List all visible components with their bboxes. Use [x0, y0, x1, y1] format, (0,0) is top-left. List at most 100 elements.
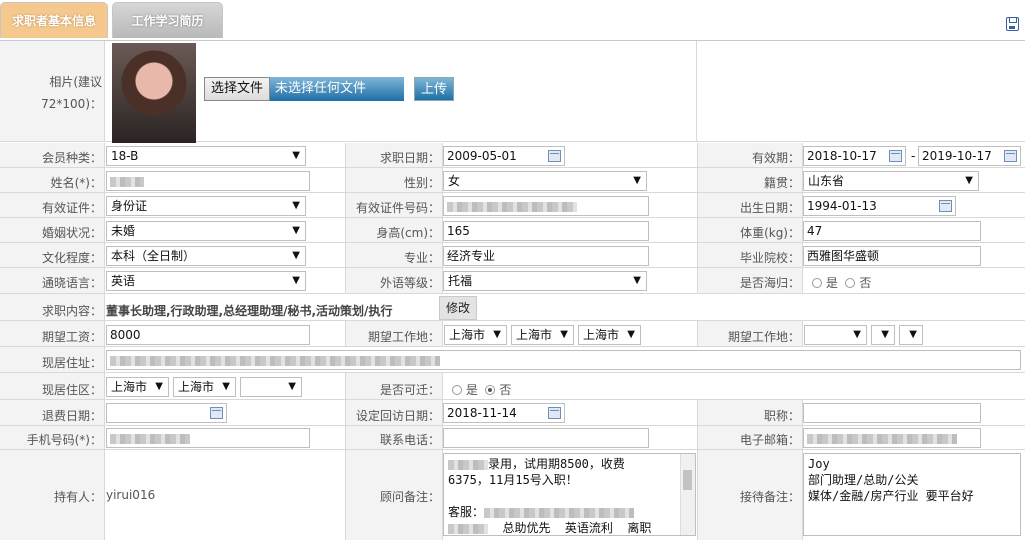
id-number-label: 有效证件号码：: [355, 201, 440, 215]
tab-resume[interactable]: 工作学习简历: [112, 2, 223, 38]
address-input[interactable]: [106, 350, 1021, 370]
native-label: 籍贯：: [763, 176, 800, 190]
work-place-select-3[interactable]: 上海市 ▼: [578, 325, 641, 345]
marriage-label: 婚姻状况：: [41, 226, 102, 240]
profile-photo: [112, 43, 196, 143]
reception-note-textarea[interactable]: Joy 部门助理/总助/公关 媒体/金融/房产行业 要平台好: [803, 453, 1021, 536]
marriage-select[interactable]: 未婚 ▼: [106, 221, 306, 241]
file-status: 未选择任何文件: [270, 77, 404, 101]
valid-to-input[interactable]: 2019-10-17: [918, 146, 1021, 166]
email-input[interactable]: [803, 428, 981, 448]
area-select-2[interactable]: 上海市 ▼: [173, 377, 236, 397]
consultant-note-textarea[interactable]: 录用，试用期8500，收费 6375，11月15号入职！ 客服： 总助优先 英语流…: [443, 453, 696, 536]
row-job-content: 求职内容： 董事长助理,行政助理,总经理助理/秘书,活动策划/执行 修改: [0, 294, 1025, 321]
calendar-icon[interactable]: [210, 407, 223, 419]
height-input[interactable]: 165: [443, 221, 649, 241]
area-select-3[interactable]: ▼: [240, 377, 302, 397]
salary-label: 期望工资：: [41, 330, 102, 344]
row-member-type: 会员种类： 18-B ▼ 求职日期： 2009-05-01 有效期： 2018-1…: [0, 143, 1025, 168]
job-date-input[interactable]: 2009-05-01: [443, 146, 565, 166]
calendar-icon[interactable]: [548, 407, 561, 419]
native-select[interactable]: 山东省 ▼: [803, 171, 979, 191]
row-marriage: 婚姻状况： 未婚 ▼ 身高(cm)： 165 体重(kg)： 47: [0, 218, 1025, 243]
phone-input[interactable]: [443, 428, 649, 448]
mobile-input[interactable]: [106, 428, 310, 448]
address-label: 现居住址：: [41, 356, 102, 370]
overseas-no-radio[interactable]: [845, 278, 856, 288]
birth-label: 出生日期：: [739, 201, 800, 215]
work-place-label: 期望工作地：: [367, 330, 440, 344]
job-content-value: 董事长助理,行政助理,总经理助理/秘书,活动策划/执行: [106, 304, 393, 318]
row-mobile: 手机号码(*)： 联系电话： 电子邮箱：: [0, 426, 1025, 450]
valid-from-input[interactable]: 2018-10-17: [803, 146, 906, 166]
weight-label: 体重(kg)：: [740, 226, 800, 240]
calendar-icon[interactable]: [548, 150, 561, 162]
row-education: 文化程度： 本科（全日制） ▼ 专业： 经济专业 毕业院校： 西雅图华盛顿: [0, 243, 1025, 268]
visit-date-label: 设定回访日期：: [355, 409, 440, 423]
major-input[interactable]: 经济专业: [443, 246, 649, 266]
language-label: 通晓语言：: [41, 276, 102, 290]
relocate-yes-radio[interactable]: [452, 385, 462, 395]
calendar-icon[interactable]: [889, 150, 902, 162]
school-input[interactable]: 西雅图华盛顿: [803, 246, 981, 266]
holder-value: yirui016: [106, 488, 156, 502]
visit-date-input[interactable]: 2018-11-14: [443, 403, 565, 423]
overseas-yes-label: 是: [825, 276, 838, 290]
modify-button[interactable]: 修改: [439, 296, 478, 320]
lang-level-select[interactable]: 托福 ▼: [443, 271, 647, 291]
save-icon[interactable]: [1006, 17, 1019, 31]
row-holder-notes: 持有人： yirui016 顾问备注： 录用，试用期8500，收费 6375，11…: [0, 450, 1025, 540]
gender-label: 性别：: [403, 176, 440, 190]
choose-file-button[interactable]: 选择文件: [204, 77, 271, 101]
education-select[interactable]: 本科（全日制） ▼: [106, 246, 306, 266]
tab-basic-info[interactable]: 求职者基本信息: [0, 2, 108, 38]
relocate-no-label: 否: [499, 383, 512, 397]
name-input[interactable]: [106, 171, 310, 191]
work-place2-select-1[interactable]: ▼: [804, 325, 867, 345]
title-label: 职称：: [763, 409, 800, 423]
row-name: 姓名(*)： 性别： 女 ▼ 籍贯： 山东省 ▼: [0, 168, 1025, 193]
work-place2-select-2[interactable]: ▼: [871, 325, 895, 345]
relocate-no-radio[interactable]: [485, 385, 496, 395]
school-label: 毕业院校：: [739, 251, 800, 265]
language-select[interactable]: 英语 ▼: [106, 271, 306, 291]
work-place2-label: 期望工作地：: [727, 330, 800, 344]
calendar-icon[interactable]: [939, 200, 952, 212]
relocate-label: 是否可迁：: [379, 383, 440, 397]
reception-note-label: 接待备注：: [739, 490, 800, 504]
birth-input[interactable]: 1994-01-13: [803, 196, 956, 216]
lang-level-label: 外语等级：: [379, 276, 440, 290]
row-area: 现居住区： 上海市 ▼ 上海市 ▼ ▼ 是否可迁： 是 否: [0, 373, 1025, 400]
member-type-label: 会员种类：: [41, 151, 102, 165]
email-label: 电子邮箱：: [739, 433, 800, 447]
major-label: 专业：: [403, 251, 440, 265]
title-input[interactable]: [803, 403, 981, 423]
id-type-label: 有效证件：: [41, 201, 102, 215]
work-place-select-1[interactable]: 上海市 ▼: [444, 325, 507, 345]
overseas-no-label: 否: [859, 276, 872, 290]
phone-label: 联系电话：: [379, 433, 440, 447]
member-type-select[interactable]: 18-B ▼: [106, 146, 306, 166]
job-date-label: 求职日期：: [379, 151, 440, 165]
id-type-select[interactable]: 身份证 ▼: [106, 196, 306, 216]
refund-date-input[interactable]: [106, 403, 227, 423]
overseas-yes-radio[interactable]: [812, 278, 822, 288]
gender-select[interactable]: 女 ▼: [443, 171, 647, 191]
scrollbar[interactable]: [680, 454, 695, 535]
photo-row: 相片(建议72*100)： 选择文件 未选择任何文件 上传: [0, 41, 1025, 143]
calendar-icon[interactable]: [1004, 150, 1017, 162]
id-number-input[interactable]: [443, 196, 649, 216]
work-place2-select-3[interactable]: ▼: [899, 325, 923, 345]
photo-label: 相片(建议72*100)：: [41, 75, 102, 111]
refund-date-label: 退费日期：: [41, 409, 102, 423]
area-select-1[interactable]: 上海市 ▼: [106, 377, 169, 397]
work-place-select-2[interactable]: 上海市 ▼: [511, 325, 574, 345]
mobile-label: 手机号码(*)：: [26, 433, 102, 447]
row-address: 现居住址：: [0, 347, 1025, 373]
job-content-label: 求职内容：: [41, 304, 102, 318]
salary-input[interactable]: 8000: [106, 325, 310, 345]
weight-input[interactable]: 47: [803, 221, 981, 241]
valid-period-label: 有效期：: [751, 151, 800, 165]
upload-button[interactable]: 上传: [414, 77, 454, 101]
row-salary: 期望工资： 8000 期望工作地： 上海市 ▼ 上海市 ▼ 上海市 ▼ 期望工作地： …: [0, 321, 1025, 347]
